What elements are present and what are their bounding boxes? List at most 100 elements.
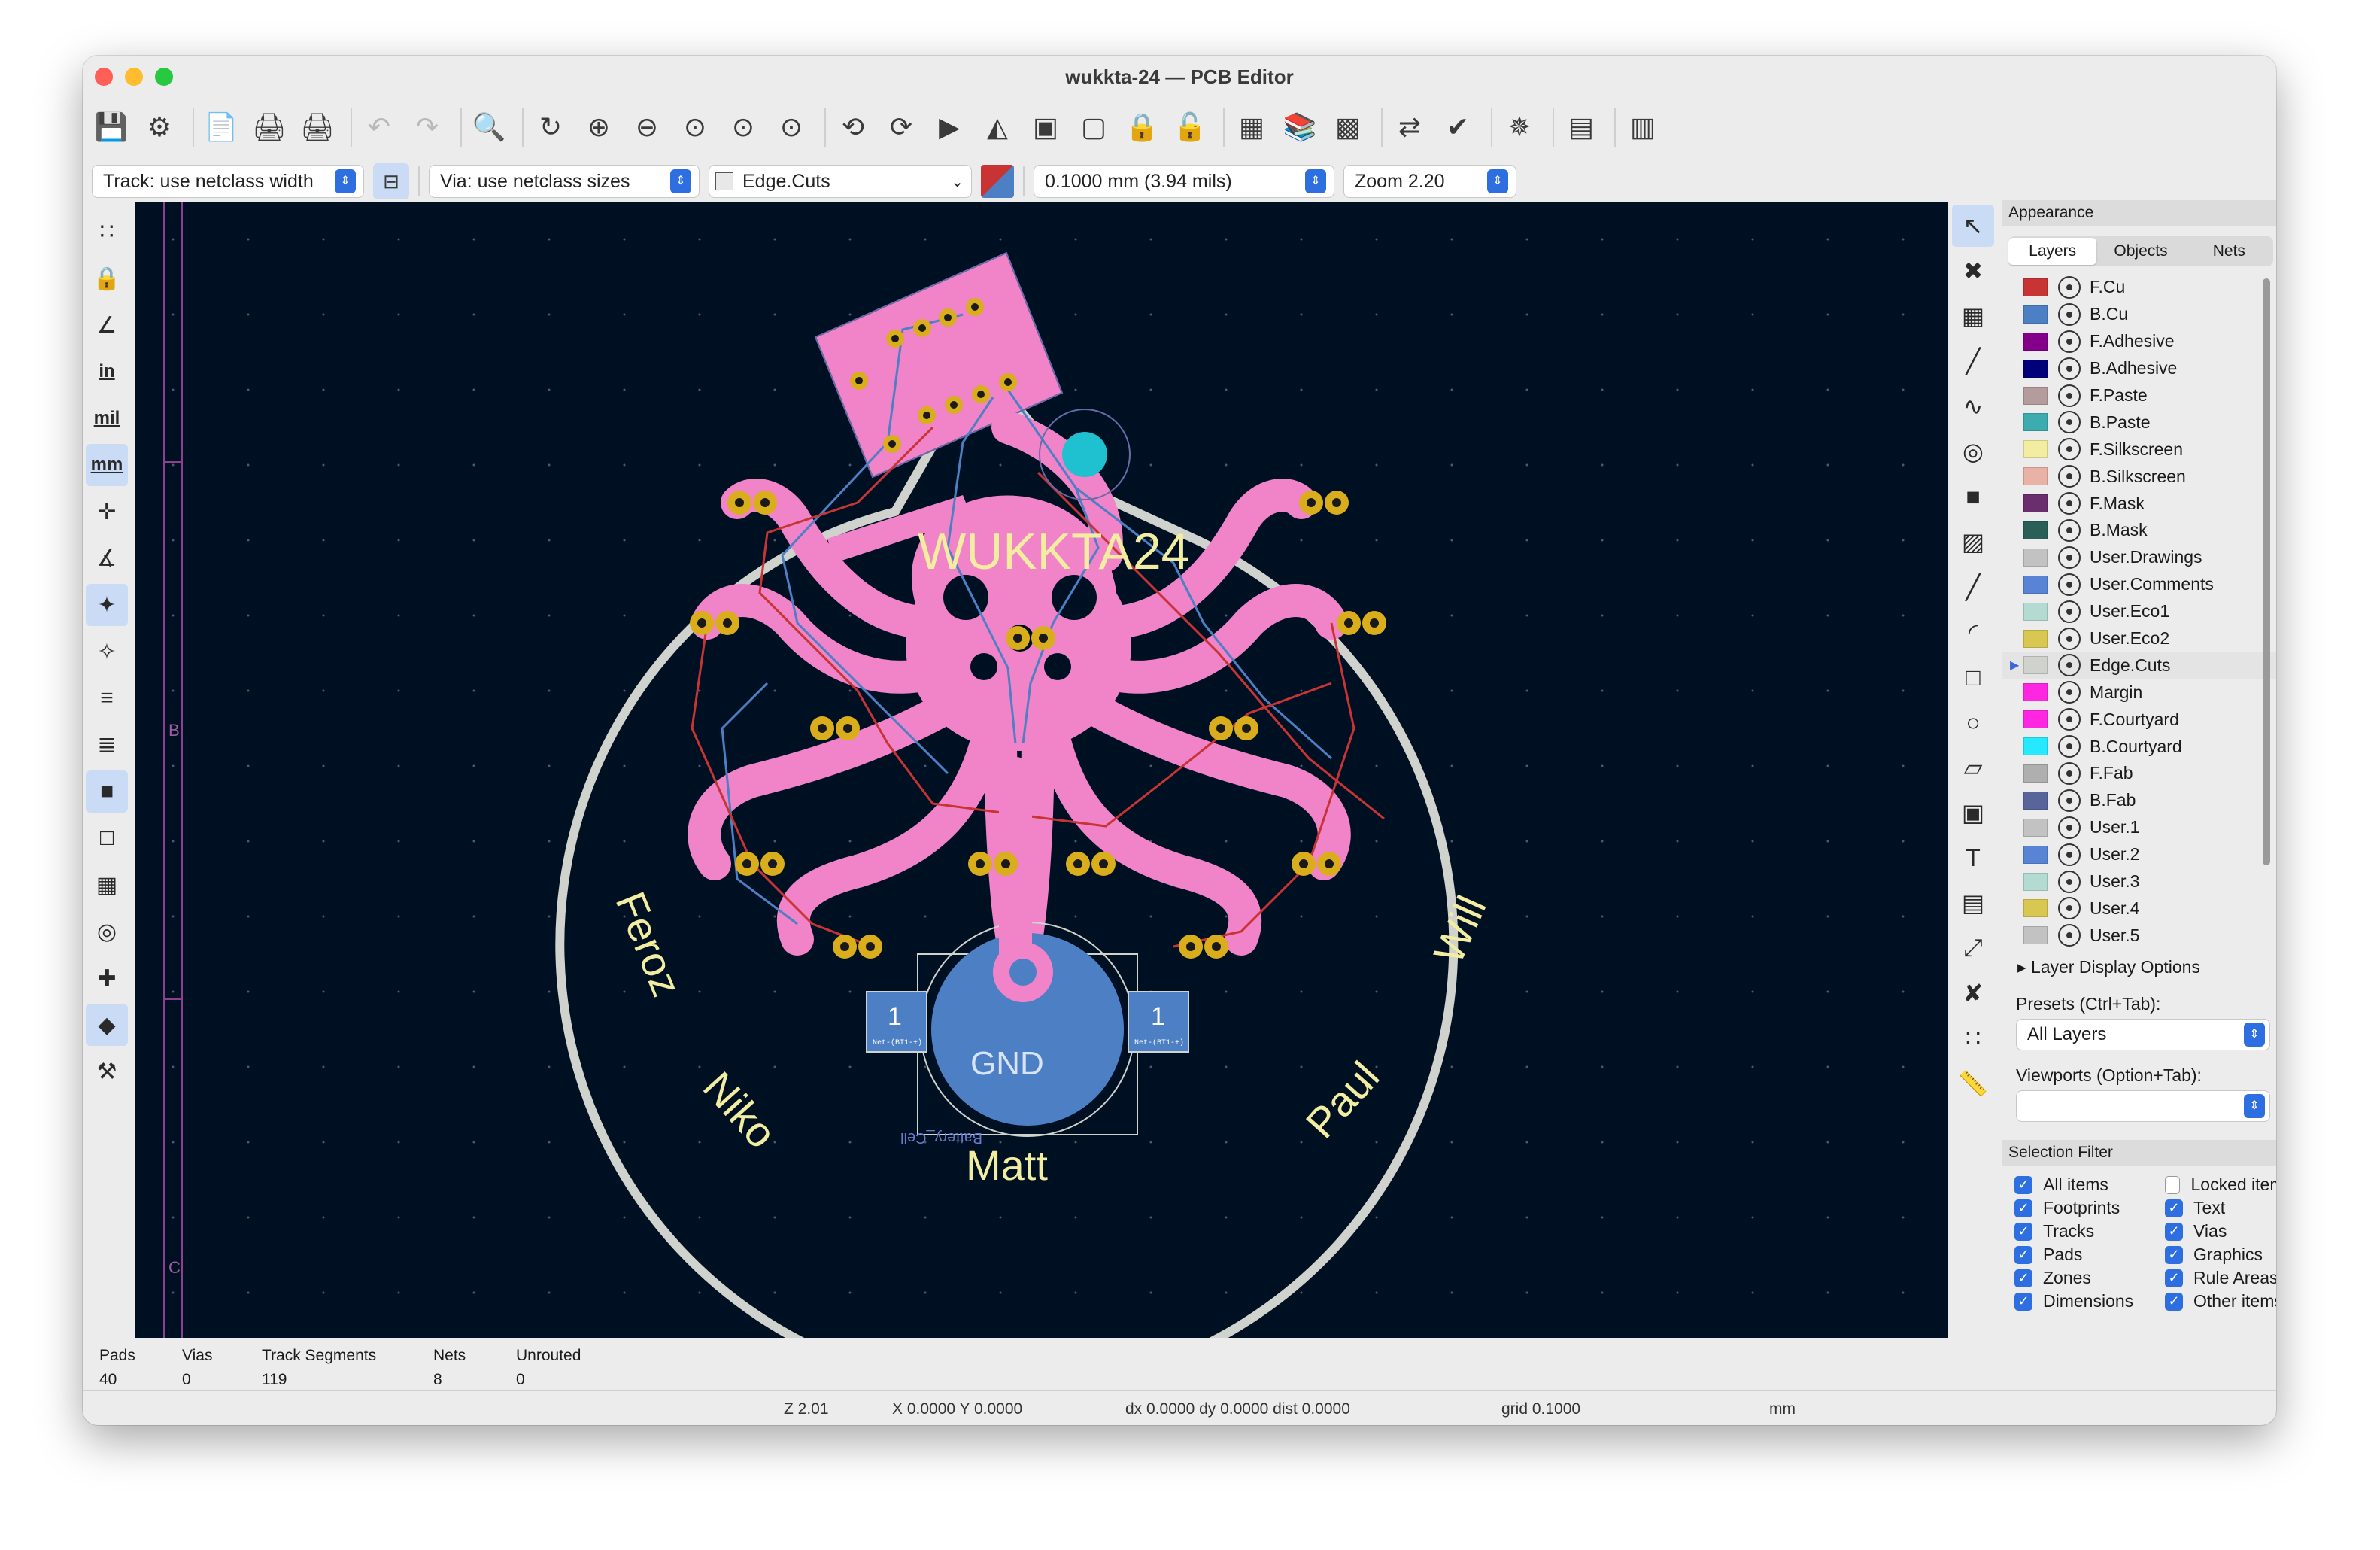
layer-row[interactable]: B.Paste bbox=[2002, 409, 2276, 436]
layer-color-swatch[interactable] bbox=[2023, 656, 2048, 675]
measure-icon[interactable]: 📏 bbox=[1952, 1062, 1994, 1105]
layer-color-swatch[interactable] bbox=[2023, 629, 2048, 648]
local-ratsnest-icon[interactable]: ✖ bbox=[1952, 250, 1994, 292]
zoom-selection-icon[interactable]: ⊙ bbox=[770, 106, 812, 148]
eye-icon[interactable] bbox=[2058, 761, 2081, 785]
layer-color-swatch[interactable] bbox=[2023, 305, 2048, 324]
layer-color-swatch[interactable] bbox=[2023, 845, 2048, 864]
layer-color-swatch[interactable] bbox=[2023, 386, 2048, 405]
add-textbox-icon[interactable]: ▤ bbox=[1952, 882, 1994, 924]
layer-row[interactable]: F.Silkscreen bbox=[2002, 436, 2276, 463]
zone-outline-icon[interactable]: □ bbox=[86, 817, 128, 859]
layer-select[interactable]: Edge.Cuts ⌄ bbox=[709, 165, 972, 198]
layer-color-swatch[interactable] bbox=[2023, 278, 2048, 296]
flip-icon[interactable]: ▶ bbox=[928, 106, 970, 148]
eye-icon[interactable] bbox=[2058, 438, 2081, 461]
checkbox-icon[interactable]: ✓ bbox=[2165, 1269, 2183, 1287]
checkbox-icon[interactable]: ✓ bbox=[2165, 1245, 2183, 1264]
add-via-icon[interactable]: ◎ bbox=[1952, 430, 1994, 473]
angle-icon[interactable]: ∡ bbox=[86, 537, 128, 579]
delete-tool-icon[interactable]: ✘ bbox=[1952, 972, 1994, 1014]
layer-color-swatch[interactable] bbox=[2023, 332, 2048, 351]
layer-color-swatch[interactable] bbox=[2023, 548, 2048, 567]
tools-icon[interactable]: ⚒ bbox=[86, 1050, 128, 1093]
layer-color-swatch[interactable] bbox=[2023, 359, 2048, 378]
track-width-select[interactable]: Track: use netclass width ⇕ bbox=[92, 165, 364, 198]
selection-filter-item[interactable]: ✓ Graphics bbox=[2165, 1245, 2276, 1265]
checkbox-icon[interactable]: ✓ bbox=[2165, 1199, 2183, 1217]
selection-filter-item[interactable]: ✓ Footprints bbox=[2014, 1198, 2165, 1218]
layer-color-swatch[interactable] bbox=[2023, 413, 2048, 432]
eye-icon[interactable] bbox=[2058, 681, 2081, 704]
layer-row[interactable]: User.1 bbox=[2002, 814, 2276, 841]
eye-icon[interactable] bbox=[2058, 654, 2081, 677]
ungroup-icon[interactable]: ▢ bbox=[1073, 106, 1115, 148]
selection-filter-item[interactable]: ✓ Rule Areas bbox=[2165, 1268, 2276, 1288]
layer-row[interactable]: F.Fab bbox=[2002, 760, 2276, 787]
footprint-editor-icon[interactable]: ▦ bbox=[1231, 106, 1273, 148]
draw-circle-icon[interactable]: ○ bbox=[1952, 701, 1994, 743]
layer-color-swatch[interactable] bbox=[2023, 791, 2048, 810]
redo-icon[interactable]: ↷ bbox=[406, 106, 448, 148]
pad-display-icon[interactable]: ▦ bbox=[86, 864, 128, 906]
layers-manager-icon[interactable]: ◆ bbox=[86, 1004, 128, 1046]
zoom-window-button[interactable] bbox=[155, 68, 173, 86]
close-window-button[interactable] bbox=[95, 68, 113, 86]
zoom-in-icon[interactable]: ⊕ bbox=[578, 106, 620, 148]
checkbox-icon[interactable]: ✓ bbox=[2014, 1175, 2032, 1194]
layer-color-swatch[interactable] bbox=[2023, 467, 2048, 486]
via-display-icon[interactable]: ◎ bbox=[86, 910, 128, 953]
eye-icon[interactable] bbox=[2058, 789, 2081, 812]
layer-color-swatch[interactable] bbox=[2023, 818, 2048, 837]
track-width-mode-icon[interactable]: ⊟ bbox=[373, 163, 409, 199]
selection-filter-item[interactable]: ✓ All items bbox=[2014, 1175, 2165, 1195]
layer-color-swatch[interactable] bbox=[2023, 710, 2048, 729]
eye-icon[interactable] bbox=[2058, 627, 2081, 650]
draw-line-icon[interactable]: ╱ bbox=[1952, 566, 1994, 608]
group-icon[interactable]: ▣ bbox=[1025, 106, 1067, 148]
layer-color-swatch[interactable] bbox=[2023, 521, 2048, 539]
presets-select[interactable]: All Layers ⇕ bbox=[2016, 1019, 2270, 1050]
layer-row[interactable]: User.5 bbox=[2002, 922, 2276, 949]
eye-icon[interactable] bbox=[2058, 275, 2081, 299]
tab-nets[interactable]: Nets bbox=[2185, 238, 2273, 265]
scripting-console-icon[interactable]: ▤ bbox=[1560, 106, 1602, 148]
layer-list-scrollbar[interactable] bbox=[2263, 278, 2270, 865]
eye-icon[interactable] bbox=[2058, 897, 2081, 920]
layer-color-swatch[interactable] bbox=[2023, 575, 2048, 594]
drc-icon[interactable]: ✔ bbox=[1437, 106, 1479, 148]
eye-icon[interactable] bbox=[2058, 843, 2081, 866]
checkbox-icon[interactable]: ✓ bbox=[2014, 1199, 2032, 1217]
eye-icon[interactable] bbox=[2058, 708, 2081, 731]
zoom-select[interactable]: Zoom 2.20 ⇕ bbox=[1343, 165, 1516, 198]
layer-row[interactable]: User.2 bbox=[2002, 841, 2276, 868]
layer-row[interactable]: F.Paste bbox=[2002, 382, 2276, 409]
eye-icon[interactable] bbox=[2058, 465, 2081, 488]
layer-row[interactable]: B.Silkscreen bbox=[2002, 463, 2276, 490]
layer-color-swatch[interactable] bbox=[2023, 440, 2048, 459]
layer-row[interactable]: F.Cu bbox=[2002, 274, 2276, 301]
checkbox-icon[interactable]: ✓ bbox=[2014, 1222, 2032, 1241]
add-zone-icon[interactable]: ■ bbox=[1952, 476, 1994, 518]
zoom-fit-icon[interactable]: ⊙ bbox=[674, 106, 716, 148]
cursor-icon[interactable]: ✛ bbox=[86, 491, 128, 533]
add-image-icon[interactable]: ▣ bbox=[1952, 792, 1994, 834]
eye-icon[interactable] bbox=[2058, 357, 2081, 380]
selection-filter-item[interactable]: ✓ Text bbox=[2165, 1198, 2276, 1218]
update-pcb-icon[interactable]: ⇄ bbox=[1389, 106, 1431, 148]
draw-arc-icon[interactable]: ◜ bbox=[1952, 611, 1994, 653]
curved-ratsnest-icon[interactable]: ✧ bbox=[86, 631, 128, 673]
layer-color-swatch[interactable] bbox=[2023, 737, 2048, 756]
rule-area-icon[interactable]: ▨ bbox=[1952, 521, 1994, 563]
lock-tool-icon[interactable]: 🔒 bbox=[86, 257, 128, 299]
eye-icon[interactable] bbox=[2058, 492, 2081, 515]
rotate-cw-icon[interactable]: ⟳ bbox=[880, 106, 922, 148]
route-tracks-icon[interactable]: ✵ bbox=[1498, 106, 1541, 148]
layer-row[interactable]: User.Drawings bbox=[2002, 544, 2276, 571]
layer-row[interactable]: F.Adhesive bbox=[2002, 328, 2276, 355]
rotate-ccw-icon[interactable]: ⟲ bbox=[832, 106, 874, 148]
net-highlight-icon[interactable]: ≡ bbox=[86, 677, 128, 719]
draw-rectangle-icon[interactable]: □ bbox=[1952, 656, 1994, 698]
eye-icon[interactable] bbox=[2058, 546, 2081, 569]
track-display-icon[interactable]: ≣ bbox=[86, 724, 128, 766]
